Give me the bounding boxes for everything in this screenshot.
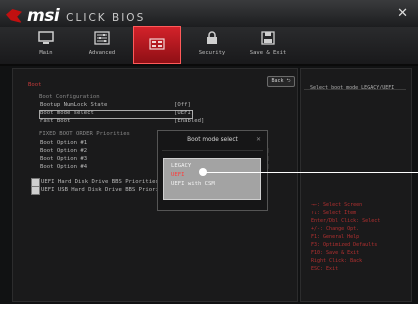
tab-label: Security [198,50,226,56]
tab-label: Advanced [88,50,116,56]
option-list: LEGACY UEFI UEFI with CSM [163,158,261,200]
option-legacy[interactable]: LEGACY [171,163,191,169]
boot-mode-dialog: Boot mode select ✕ LEGACY UEFI UEFI with… [157,130,268,211]
row-value: [UEFI] [174,110,195,116]
brand-name: msi [27,6,60,26]
submenu-arrow-icon [31,186,40,195]
back-button[interactable]: Back ⮌ [267,76,295,87]
row-value: [Enabled] [174,118,205,124]
row-label[interactable]: Fast Boot [40,118,70,124]
tab-save-exit[interactable]: Save & Exit [240,27,296,64]
callout-line [203,172,418,173]
chip-icon [149,38,165,50]
help-text: Select boot mode LEGACY/UEFI [310,85,395,91]
nav-bar: Main Advanced Security Save & Exit [0,26,418,66]
dialog-divider [162,150,263,151]
page-margin [0,304,418,315]
dialog-title: Boot mode select [187,137,238,143]
boot-option-label[interactable]: Boot Option #1 [40,140,87,146]
key-hint: Enter/Dbl Click: Select [311,218,381,224]
product-name: CLICK BIOS [66,11,146,24]
boot-option-label[interactable]: Boot Option #3 [40,156,87,162]
key-hint: +/-: Change Opt. [311,226,360,232]
option-uefi-csm[interactable]: UEFI with CSM [171,181,215,187]
bios-screen: msi CLICK BIOS ✕ Main Advanced Security … [0,0,418,312]
tab-boot[interactable] [133,26,181,64]
tab-main[interactable]: Main [18,27,74,64]
monitor-icon [38,31,54,44]
sliders-icon [94,31,110,45]
row-value: [Off] [174,102,191,108]
key-hint: ESC: Exit [311,266,339,272]
section-title: Boot [28,82,42,88]
close-icon[interactable]: ✕ [397,6,408,21]
key-hint: F1: General Help [311,234,360,240]
config-heading: Boot Configuration [39,94,100,100]
lock-icon [207,31,217,44]
option-uefi[interactable]: UEFI [171,172,184,178]
dragon-logo-icon [6,9,22,23]
key-hint: Right Click: Back [311,258,363,264]
tab-label: Save & Exit [249,50,287,56]
fixed-heading: FIXED BOOT ORDER Priorities [39,131,130,137]
back-label: Back [271,78,284,84]
title-bar: msi CLICK BIOS ✕ [0,0,418,28]
key-hint: →←: Select Screen [311,202,363,208]
callout-dot [199,168,207,176]
row-label[interactable]: Boot mode select [40,110,94,116]
boot-option-label[interactable]: Boot Option #2 [40,148,87,154]
dialog-close-icon[interactable]: ✕ [256,136,261,143]
submenu-link[interactable]: UEFI USB Hard Disk Drive BBS Priorit [41,187,162,193]
key-hint: ↑↓: Select Item [311,210,357,216]
help-panel: Select boot mode LEGACY/UEFI →←: Select … [300,68,412,302]
key-hint: F10: Save & Exit [311,250,360,256]
tab-advanced[interactable]: Advanced [74,27,130,64]
boot-option-label[interactable]: Boot Option #4 [40,164,87,170]
row-label[interactable]: Bootup NumLock State [40,102,107,108]
tab-security[interactable]: Security [184,27,240,64]
logo: msi CLICK BIOS [6,6,145,26]
tab-label: Main [39,50,53,56]
submenu-link[interactable]: UEFI Hard Disk Drive BBS Priorities [41,179,159,185]
key-hint: F3: Optimized Defaults [311,242,378,248]
save-icon [261,31,275,45]
help-divider [304,89,406,90]
